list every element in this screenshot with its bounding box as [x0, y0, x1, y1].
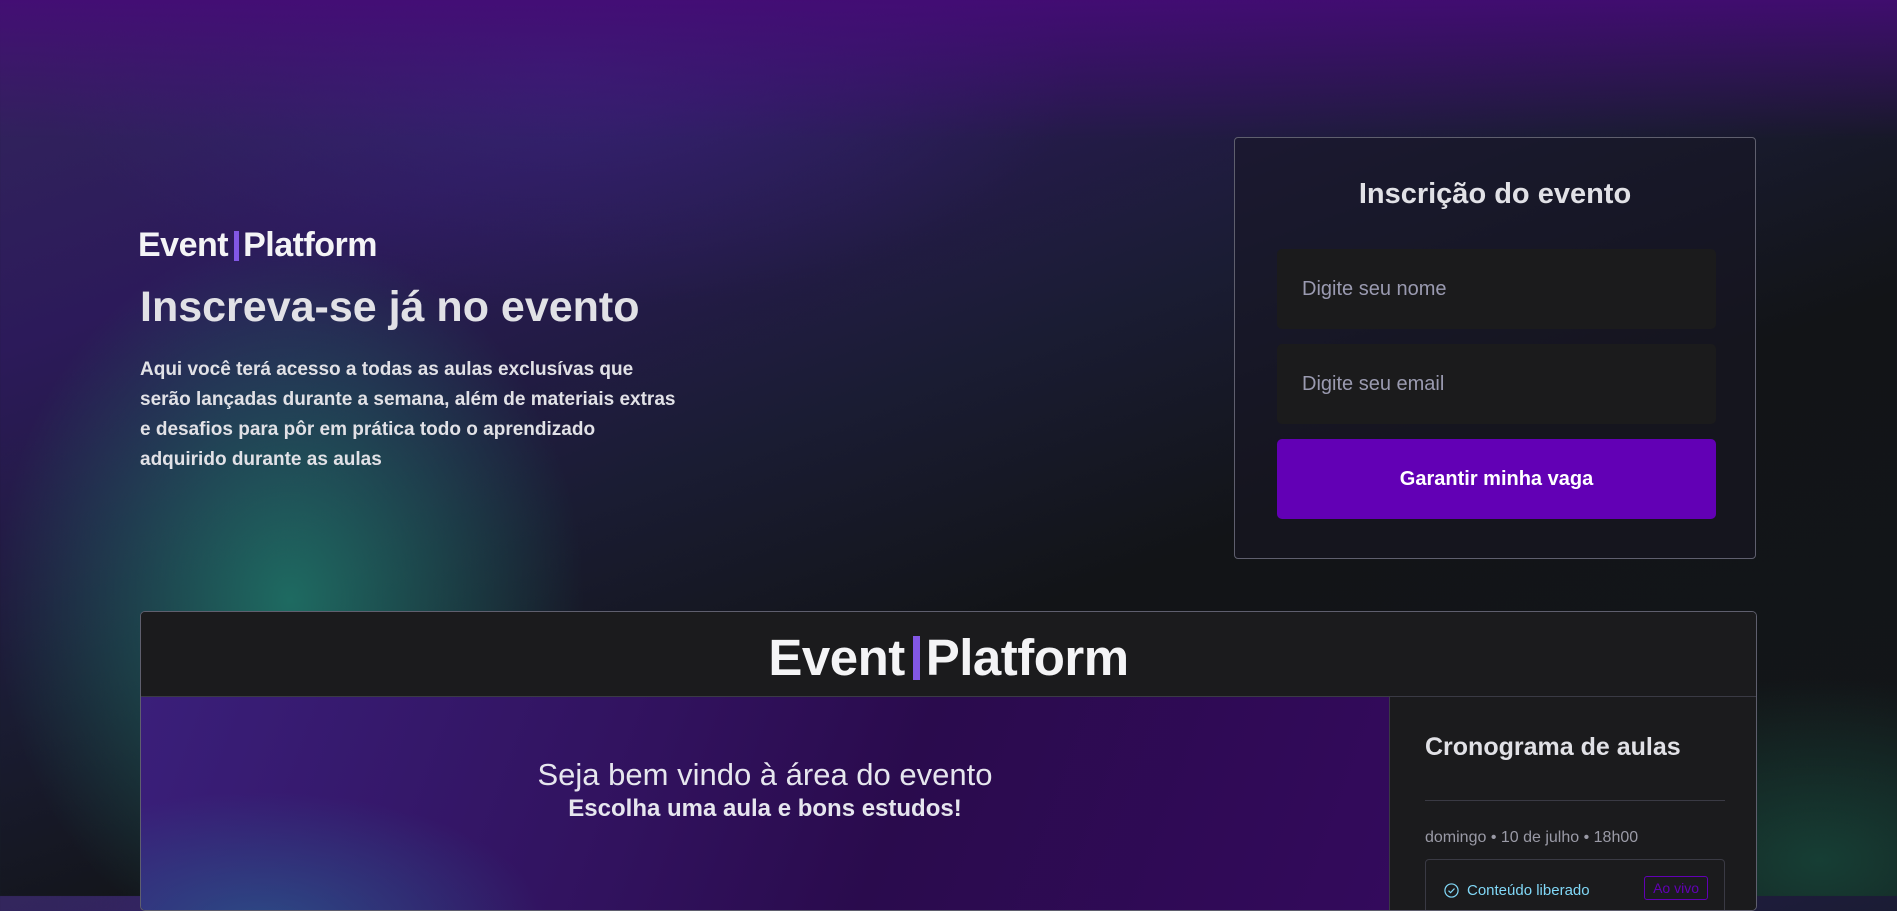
sidebar-title: Cronograma de aulas: [1425, 733, 1681, 761]
logo-text-event: Event: [768, 629, 905, 686]
email-field[interactable]: [1277, 344, 1716, 424]
name-field[interactable]: [1277, 249, 1716, 329]
lesson-status-label: Conteúdo liberado: [1467, 882, 1590, 899]
hero-title: Inscreva-se já no evento: [140, 283, 640, 331]
preview-header: Event Platform: [141, 612, 1756, 697]
preview-logo: Event Platform: [141, 628, 1756, 687]
hero-description: Aqui você terá acesso a todas as aulas e…: [140, 359, 676, 470]
welcome-title: Seja bem vindo à área do evento: [537, 757, 993, 792]
lesson-date: domingo • 10 de julho • 18h00: [1425, 829, 1639, 846]
logo-text-platform: Platform: [925, 629, 1129, 686]
subscribe-button[interactable]: Garantir minha vaga: [1277, 439, 1716, 519]
lesson-card[interactable]: Conteúdo liberado Ao vivo: [1425, 859, 1725, 910]
lesson-status: Conteúdo liberado: [1444, 882, 1590, 899]
live-badge: Ao vivo: [1644, 876, 1708, 900]
logo-divider-bar: [912, 635, 920, 680]
hero-logo: Event Platform: [138, 226, 378, 265]
logo-text-platform: Platform: [243, 226, 378, 264]
event-preview: Event Platform Seja bem vindo à área do …: [140, 611, 1757, 911]
preview-main-area: Seja bem vindo à área do evento Escolha …: [141, 697, 1389, 910]
form-title: Inscrição do evento: [1358, 178, 1632, 210]
logo-text-event: Event: [138, 226, 229, 264]
lesson-sidebar: Cronograma de aulas domingo • 10 de julh…: [1389, 697, 1756, 910]
logo-divider-bar: [234, 230, 240, 261]
welcome-subtitle: Escolha uma aula e bons estudos!: [568, 795, 962, 822]
sidebar-divider: [1425, 800, 1725, 801]
